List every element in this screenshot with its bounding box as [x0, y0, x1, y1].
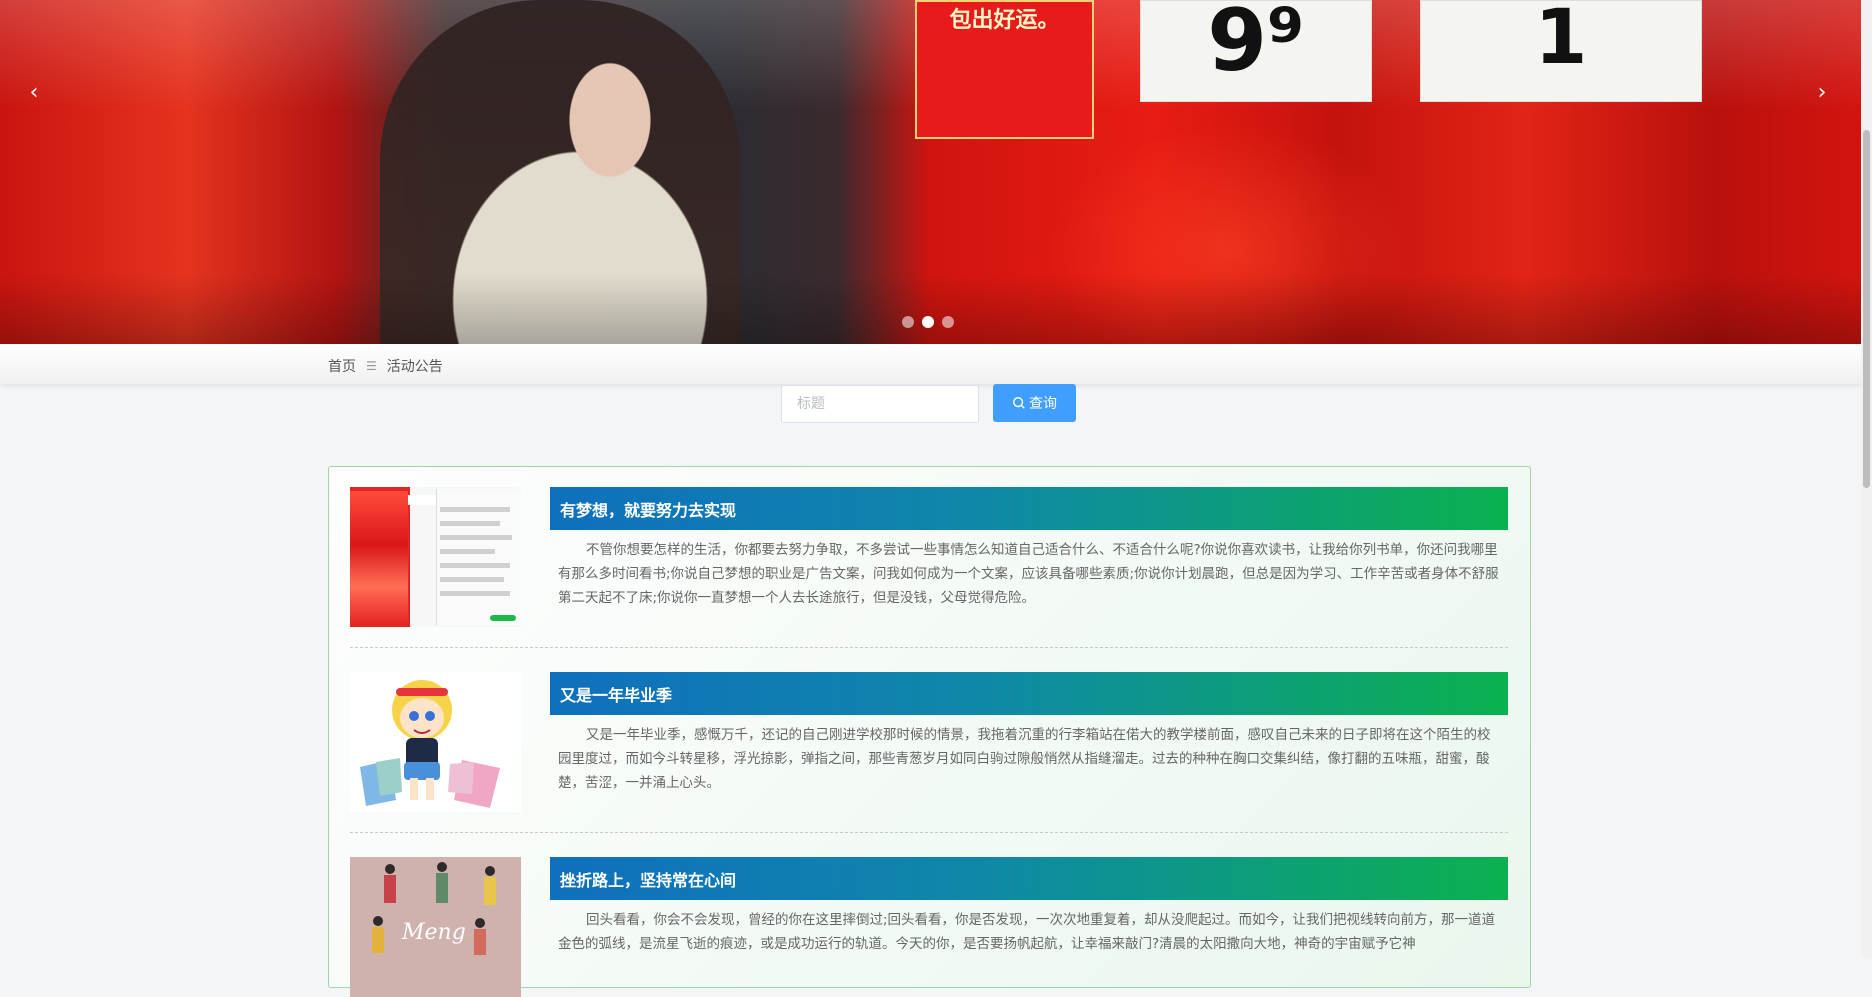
- thumbnail-app-screen-red: [350, 491, 408, 627]
- thumbnail-green-button: [490, 615, 516, 621]
- thumbnail-line: [440, 535, 512, 540]
- banner-price-sign-1-text: 9⁹: [1207, 0, 1305, 91]
- breadcrumb: 首页 ☰ 活动公告: [328, 356, 443, 376]
- carousel-dot-1[interactable]: [902, 316, 914, 328]
- search-icon: [1013, 397, 1025, 409]
- carousel-indicators: [902, 316, 954, 328]
- fashion-figures-illustration: Meng: [372, 862, 496, 955]
- carousel-next-arrow-icon[interactable]: ›: [1810, 80, 1834, 105]
- list-item[interactable]: Meng 挫折路上，坚持常在心间 回头看看，你会不会发现，曾经的你在这里摔倒过;…: [350, 857, 1508, 997]
- banner-poster-text: 包出好运。: [949, 8, 1060, 33]
- list-item[interactable]: 有梦想，就要努力去实现 不管你想要怎样的生活，你都要去努力争取，不多尝试一些事情…: [350, 487, 1508, 627]
- announcement-list-panel: 有梦想，就要努力去实现 不管你想要怎样的生活，你都要去努力争取，不多尝试一些事情…: [328, 466, 1531, 997]
- thumbnail-script-text: Meng: [401, 920, 466, 945]
- carousel-dot-3[interactable]: [942, 316, 954, 328]
- breadcrumb-current: 活动公告: [386, 359, 443, 375]
- item-divider: [350, 832, 1508, 833]
- article-title[interactable]: 又是一年毕业季: [550, 672, 1508, 715]
- scrollbar-thumb[interactable]: [1863, 130, 1870, 488]
- breadcrumb-bar: 首页 ☰ 活动公告: [0, 344, 1861, 384]
- article-thumbnail[interactable]: [350, 487, 521, 627]
- search-button[interactable]: 查询: [993, 384, 1076, 422]
- banner-price-sign-2: 1: [1420, 0, 1702, 102]
- article-thumbnail[interactable]: Meng: [350, 857, 521, 997]
- thumbnail-line: [440, 521, 500, 526]
- article-summary: 又是一年毕业季，感慨万千，还记的自己刚进学校那时候的情景，我拖着沉重的行李箱站在…: [558, 727, 1491, 791]
- search-title-input[interactable]: [781, 385, 979, 423]
- thumbnail-line: [440, 507, 510, 512]
- banner-price-sign-2-text: 1: [1534, 0, 1588, 81]
- page-scrollbar[interactable]: [1861, 0, 1872, 958]
- breadcrumb-home-link[interactable]: 首页: [328, 356, 356, 376]
- thumbnail-line: [440, 563, 510, 568]
- article-thumbnail[interactable]: [350, 672, 521, 812]
- article-summary: 不管你想要怎样的生活，你都要去努力争取，不多尝试一些事情怎么知道自己适合什么、不…: [558, 542, 1499, 606]
- article-title[interactable]: 有梦想，就要努力去实现: [550, 487, 1508, 530]
- article-title[interactable]: 挫折路上，坚持常在心间: [550, 857, 1508, 900]
- thumbnail-line: [440, 577, 504, 582]
- carousel-dot-2[interactable]: [922, 316, 934, 328]
- carousel-prev-arrow-icon[interactable]: ‹: [22, 80, 46, 105]
- banner-shade: [0, 274, 1861, 344]
- thumbnail-line: [440, 549, 495, 554]
- item-divider: [350, 647, 1508, 648]
- breadcrumb-separator-icon: ☰: [366, 359, 377, 373]
- banner-price-sign-1: 9⁹: [1140, 0, 1372, 102]
- article-summary: 回头看看，你会不会发现，曾经的你在这里摔倒过;回头看看，你是否发现，一次次地重复…: [558, 912, 1496, 952]
- search-button-label: 查询: [1029, 396, 1057, 412]
- list-item[interactable]: 又是一年毕业季 又是一年毕业季，感慨万千，还记的自己刚进学校那时候的情景，我拖着…: [350, 672, 1508, 812]
- cartoon-girl-shopping-illustration: [360, 680, 500, 808]
- banner-carousel: 包出好运。 9⁹ 1 ‹ ›: [0, 0, 1861, 344]
- thumbnail-line: [440, 591, 510, 596]
- banner-red-poster: 包出好运。: [915, 0, 1094, 139]
